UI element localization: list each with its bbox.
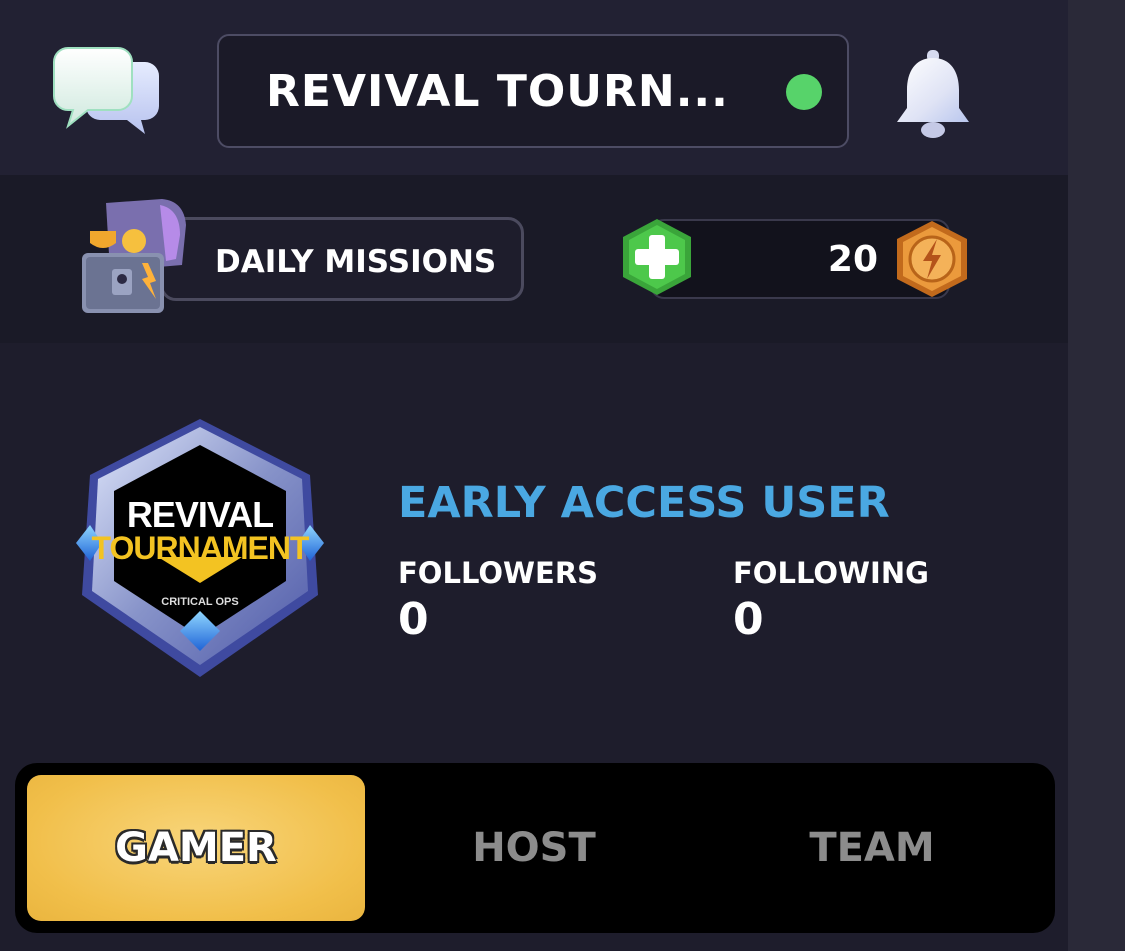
tab-host[interactable]: HOST	[365, 775, 703, 921]
currency-amount: 20	[827, 239, 878, 280]
daily-missions-label: DAILY MISSIONS	[215, 244, 497, 280]
role-tab-bar: GAMER HOST TEAM	[15, 763, 1055, 933]
followers-count[interactable]: 0	[398, 594, 429, 645]
missions-bar: DAILY MISSIONS 20	[0, 175, 1068, 343]
right-edge-strip	[1068, 0, 1125, 951]
svg-text:CRITICAL OPS: CRITICAL OPS	[161, 596, 238, 608]
tournament-title: REVIVAL TOURN...	[266, 66, 729, 117]
following-label[interactable]: FOLLOWING	[733, 556, 929, 590]
chat-bubbles-icon[interactable]	[50, 42, 165, 142]
tournament-title-box[interactable]: REVIVAL TOURN...	[217, 34, 849, 148]
following-count[interactable]: 0	[733, 594, 764, 645]
svg-text:REVIVAL: REVIVAL	[127, 494, 273, 535]
tab-team[interactable]: TEAM	[703, 775, 1041, 921]
lightning-coin-icon	[897, 221, 967, 297]
plus-icon[interactable]	[619, 217, 695, 297]
svg-text:TOURNAMENT: TOURNAMENT	[92, 530, 310, 566]
rank-title: EARLY ACCESS USER	[398, 478, 890, 528]
treasure-chest-icon[interactable]	[76, 195, 194, 319]
online-status-dot	[786, 74, 822, 110]
tab-gamer[interactable]: GAMER	[27, 775, 365, 921]
revival-tournament-badge: REVIVAL TOURNAMENT CRITICAL OPS	[76, 419, 324, 677]
followers-label[interactable]: FOLLOWERS	[398, 556, 598, 590]
top-header: REVIVAL TOURN...	[0, 0, 1068, 175]
bell-icon[interactable]	[888, 46, 978, 146]
daily-missions-button[interactable]: DAILY MISSIONS	[160, 217, 524, 301]
